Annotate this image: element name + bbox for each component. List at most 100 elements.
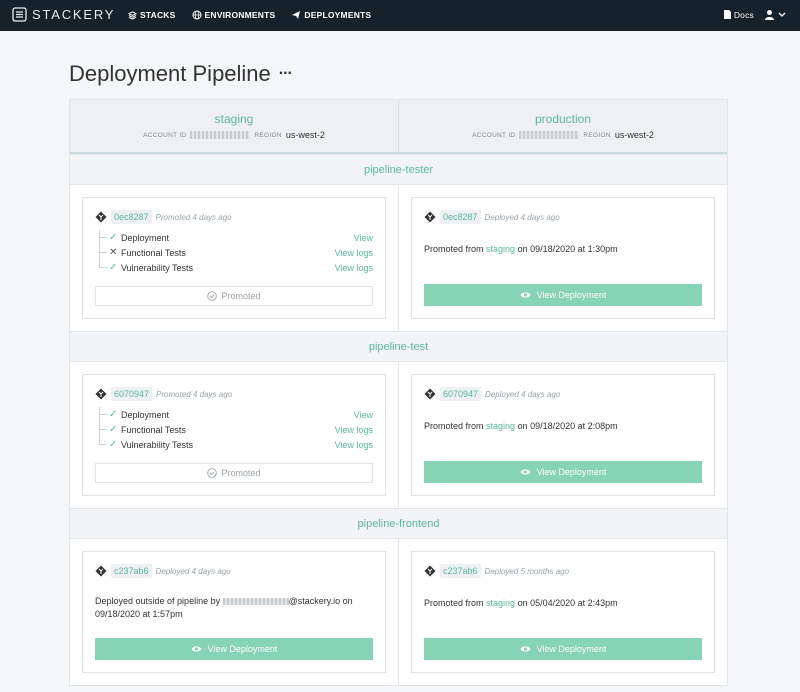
docs-link[interactable]: Docs [723,10,754,20]
more-options-icon[interactable]: ··· [279,65,293,83]
commit-note: Deployed 4 days ago [484,212,560,222]
nav-environments-label: ENVIRONMENTS [204,10,276,20]
staging-card: c237ab6 Deployed 4 days ago Deployed out… [82,551,386,673]
account-label: ACCOUNT ID [472,131,516,139]
check-label: Functional Tests [121,247,186,258]
page-title: Deployment Pipeline ··· [69,61,293,87]
view-logs-link[interactable]: View logs [335,248,373,258]
nav-deployments-label: DEPLOYMENTS [304,10,372,20]
view-deployment-label: View Deployment [536,467,607,477]
user-icon [765,10,774,20]
promoted-button[interactable]: Promoted [95,286,373,306]
page-title-text: Deployment Pipeline [69,61,271,86]
tree-line [99,230,107,245]
view-deployment-button[interactable]: View Deployment [95,638,373,660]
promoted-button[interactable]: Promoted [95,463,373,483]
commit-hash[interactable]: 0ec8287 [111,210,152,224]
promotion-text: Promoted from staging on 09/18/2020 at 2… [424,421,618,431]
view-logs-link[interactable]: View logs [335,440,373,450]
nav-environments[interactable]: ENVIRONMENTS [192,10,276,20]
production-card: c237ab6 Deployed 5 months ago Promoted f… [411,551,715,673]
pipeline-header: pipeline-tester [70,154,727,185]
region-label: REGION [254,131,282,139]
check-list: ✓ Deployment View ✓ Functional Tests Vie… [99,407,373,452]
env-meta: ACCOUNT ID REGION us-west-2 [70,130,398,140]
stackery-logo[interactable]: STACKERY [12,7,115,22]
environment-header: staging ACCOUNT ID REGION us-west-2 prod… [70,100,727,154]
nav-stacks-label: STACKS [140,10,176,20]
staging-link[interactable]: staging [486,244,515,254]
nav-stacks[interactable]: STACKS [128,10,176,20]
check-label: Deployment [121,232,170,243]
check-row: ✕ Functional Tests View logs [99,245,373,260]
promotion-prefix: Promoted from [424,598,487,608]
nav-deployments[interactable]: DEPLOYMENTS [291,10,371,20]
view-deployment-label: View Deployment [536,290,607,300]
view-logs-link[interactable]: View logs [335,263,373,273]
commit-hash[interactable]: 6070947 [111,387,153,401]
staging-card: 0ec8287 Promoted 4 days ago ✓ Deployment… [82,197,386,319]
env-name[interactable]: production [399,112,727,126]
commit-hash[interactable]: c237ab6 [111,564,152,578]
check-icon: ✓ [109,409,118,420]
check-row: ✓ Vulnerability Tests View logs [99,260,373,275]
check-row: ✓ Deployment View [99,407,373,422]
check-label: Vulnerability Tests [121,262,194,273]
stackery-logo-icon [12,7,27,22]
git-icon [424,211,436,223]
user-menu[interactable] [764,9,786,20]
env-staging: staging ACCOUNT ID REGION us-west-2 [70,100,398,152]
commit-hash[interactable]: 0ec8287 [440,210,481,224]
eye-icon [191,646,202,652]
document-icon [723,10,731,19]
check-label: Deployment [121,409,170,420]
env-production: production ACCOUNT ID REGION us-west-2 [398,100,727,152]
logo-text: STACKERY [32,7,116,22]
check-icon: ✓ [109,424,118,435]
view-logs-link[interactable]: View logs [335,425,373,435]
external-deploy-date: 09/18/2020 at 1:57pm [95,609,183,619]
production-card: 6070947 Deployed 4 days ago Promoted fro… [411,374,715,496]
commit-line: 6070947 Promoted 4 days ago [95,387,232,401]
pipeline-header: pipeline-frontend [70,508,727,539]
view-link[interactable]: View [354,233,373,243]
git-icon [95,211,107,223]
view-link[interactable]: View [354,410,373,420]
account-label: ACCOUNT ID [143,131,187,139]
redacted-email [222,598,289,606]
top-nav-bar: STACKERY STACKS ENVIRONMENTS DEPLOYMENTS… [0,0,800,31]
commit-line: c237ab6 Deployed 4 days ago [95,564,231,578]
view-deployment-label: View Deployment [207,644,278,654]
check-circle-icon [207,468,218,478]
staging-link[interactable]: staging [486,421,515,431]
git-icon [95,565,107,577]
commit-line: 0ec8287 Deployed 4 days ago [424,210,560,224]
staging-card: 6070947 Promoted 4 days ago ✓ Deployment… [82,374,386,496]
commit-note: Deployed 4 days ago [485,389,561,399]
staging-cell: 6070947 Promoted 4 days ago ✓ Deployment… [70,362,398,508]
eye-icon [520,646,531,652]
view-deployment-button[interactable]: View Deployment [424,638,702,660]
env-name[interactable]: staging [70,112,398,126]
commit-line: 0ec8287 Promoted 4 days ago [95,210,232,224]
redacted-account-id [519,131,580,139]
region-value: us-west-2 [614,130,654,140]
view-deployment-button[interactable]: View Deployment [424,284,702,306]
commit-note: Promoted 4 days ago [156,389,233,399]
redacted-account-id [190,131,251,139]
production-cell: 6070947 Deployed 4 days ago Promoted fro… [398,362,727,508]
tree-line [99,245,107,260]
globe-icon [192,10,202,20]
tree-line [99,260,107,268]
commit-hash[interactable]: c237ab6 [440,564,481,578]
email-domain: @stackery.io on [288,596,353,606]
eye-icon [520,292,531,298]
git-icon [424,565,436,577]
commit-note: Deployed 4 days ago [155,566,231,576]
staging-link[interactable]: staging [486,598,515,608]
promotion-suffix: on 09/18/2020 at 2:08pm [515,421,618,431]
pipeline-row: c237ab6 Deployed 4 days ago Deployed out… [70,539,727,685]
view-deployment-button[interactable]: View Deployment [424,461,702,483]
commit-hash[interactable]: 6070947 [440,387,482,401]
pipeline-row: 6070947 Promoted 4 days ago ✓ Deployment… [70,362,727,508]
